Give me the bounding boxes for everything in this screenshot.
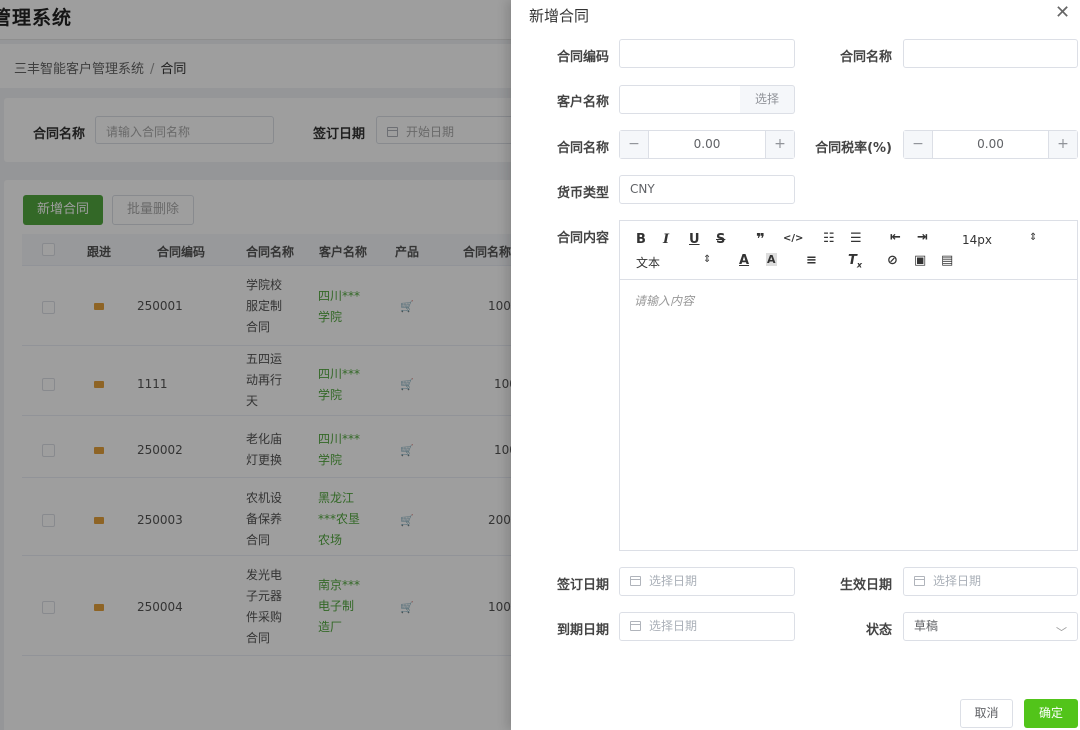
tax-rate-stepper[interactable]: − 0.00 +	[903, 130, 1078, 159]
status-value: 草稿	[914, 619, 939, 633]
italic-icon[interactable]: I	[663, 232, 669, 247]
customer-name-label: 客户名称	[556, 95, 609, 110]
expire-date-picker[interactable]: 选择日期	[619, 612, 795, 641]
bold-icon[interactable]: B	[636, 232, 646, 247]
chevron-down-icon: ﹀	[1056, 626, 1067, 639]
drawer-title: 新增合同	[529, 7, 590, 25]
customer-name-input[interactable]	[619, 85, 741, 114]
effective-date-picker[interactable]: 选择日期	[903, 567, 1078, 596]
calendar-icon	[914, 576, 925, 586]
contract-name-input[interactable]	[903, 39, 1078, 68]
chevron-updown-icon[interactable]: ⇕	[703, 254, 711, 265]
font-color-icon[interactable]: A	[739, 253, 749, 268]
underline-icon[interactable]: U	[689, 232, 700, 247]
date-placeholder: 选择日期	[649, 574, 698, 588]
add-contract-drawer: 新增合同 ✕ 合同编码 合同名称 客户名称 选择 合同名称 − 0.00 + 合…	[511, 0, 1080, 730]
editor-placeholder[interactable]: 请输入内容	[634, 292, 694, 309]
close-icon[interactable]: ✕	[1055, 2, 1070, 23]
decrement-button[interactable]: −	[904, 131, 933, 158]
ordered-list-icon[interactable]: ☷	[823, 231, 835, 246]
clear-format-icon[interactable]: Tx	[848, 253, 862, 270]
strikethrough-icon[interactable]: S	[716, 232, 725, 247]
font-size-select[interactable]: 14px	[962, 233, 992, 247]
video-icon[interactable]: ▤	[941, 253, 953, 268]
image-icon[interactable]: ▣	[914, 253, 926, 268]
contract-code-input[interactable]	[619, 39, 795, 68]
indent-icon[interactable]: ⇥	[917, 230, 928, 245]
contract-code-label: 合同编码	[556, 50, 609, 65]
align-icon[interactable]: ≡	[806, 253, 817, 268]
contract-amount-value[interactable]: 0.00	[649, 131, 765, 158]
contract-amount-stepper[interactable]: − 0.00 +	[619, 130, 795, 159]
confirm-button[interactable]: 确定	[1024, 699, 1078, 728]
calendar-icon	[630, 576, 641, 586]
bullet-list-icon[interactable]: ☰	[850, 231, 862, 246]
sign-date-picker[interactable]: 选择日期	[619, 567, 795, 596]
status-select[interactable]: 草稿 ﹀	[903, 612, 1078, 641]
increment-button[interactable]: +	[1048, 131, 1077, 158]
code-icon[interactable]: </>	[783, 233, 803, 244]
currency-label: 货币类型	[556, 186, 609, 201]
tax-rate-value[interactable]: 0.00	[933, 131, 1048, 158]
contract-content-label: 合同内容	[556, 231, 609, 246]
rich-text-editor: B I U S ❞ </> ☷ ☰ ⇤ ⇥ 14px ⇕ 文本 ⇕ A A ≡ …	[619, 220, 1078, 551]
expire-date-label: 到期日期	[556, 623, 609, 638]
sign-date-label: 签订日期	[556, 578, 609, 593]
editor-toolbar: B I U S ❞ </> ☷ ☰ ⇤ ⇥ 14px ⇕ 文本 ⇕ A A ≡ …	[620, 221, 1077, 280]
background-color-icon[interactable]: A	[766, 253, 777, 266]
decrement-button[interactable]: −	[620, 131, 649, 158]
link-icon[interactable]: ⊘	[887, 253, 898, 268]
increment-button[interactable]: +	[765, 131, 794, 158]
currency-input[interactable]: CNY	[619, 175, 795, 204]
contract-amount-label: 合同名称	[556, 141, 609, 156]
outdent-icon[interactable]: ⇤	[890, 230, 901, 245]
effective-date-label: 生效日期	[839, 578, 892, 593]
blockquote-icon[interactable]: ❞	[756, 230, 765, 248]
tax-rate-label: 合同税率(%)	[815, 141, 892, 156]
date-placeholder: 选择日期	[649, 619, 698, 633]
paragraph-select[interactable]: 文本	[636, 254, 660, 271]
select-customer-button[interactable]: 选择	[740, 85, 795, 114]
date-placeholder: 选择日期	[933, 574, 982, 588]
cancel-button[interactable]: 取消	[960, 699, 1013, 728]
contract-name-label: 合同名称	[839, 50, 892, 65]
chevron-updown-icon[interactable]: ⇕	[1029, 232, 1037, 243]
status-label: 状态	[865, 623, 892, 638]
calendar-icon	[630, 621, 641, 631]
